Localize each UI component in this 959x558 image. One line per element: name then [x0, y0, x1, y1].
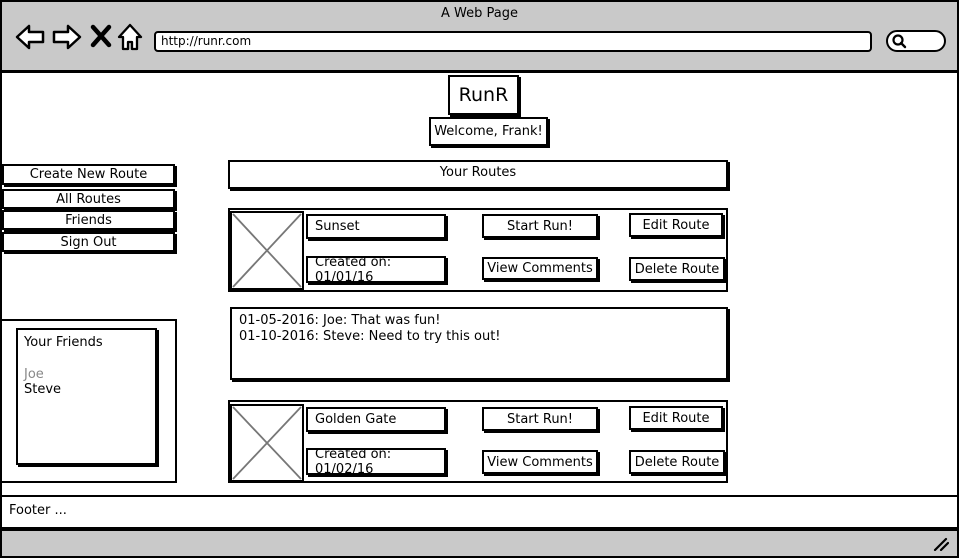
route-name: Golden Gate: [306, 407, 446, 432]
route-created-date: Created on: 01/01/16: [306, 255, 446, 285]
view-comments-button[interactable]: View Comments: [482, 450, 598, 474]
image-placeholder-icon: [232, 406, 302, 480]
edit-route-button[interactable]: Edit Route: [629, 213, 723, 237]
url-bar[interactable]: http://runr.com: [154, 31, 872, 52]
all-routes-button[interactable]: All Routes: [2, 189, 175, 209]
comment-item: 01-10-2016: Steve: Need to try this out!: [239, 329, 501, 344]
footer: Footer ...: [0, 495, 959, 529]
start-run-button[interactable]: Start Run!: [482, 214, 598, 238]
create-route-button[interactable]: Create New Route: [2, 164, 175, 185]
comment-item: 01-05-2016: Joe: That was fun!: [239, 313, 441, 328]
route-map-placeholder: [230, 211, 304, 290]
start-run-button[interactable]: Start Run!: [482, 407, 598, 431]
back-button[interactable]: [15, 22, 45, 52]
friends-title: Your Friends: [24, 335, 103, 350]
resize-handle-icon[interactable]: [931, 537, 949, 551]
arrow-left-icon: [15, 24, 45, 50]
forward-button[interactable]: [52, 22, 82, 52]
route-name: Sunset: [306, 214, 446, 239]
route-map-placeholder: [230, 404, 304, 482]
arrow-right-icon: [52, 24, 82, 50]
home-icon: [117, 23, 143, 51]
friend-item[interactable]: Steve: [24, 382, 61, 397]
search-icon: [892, 34, 907, 49]
delete-route-button[interactable]: Delete Route: [629, 450, 725, 474]
close-icon: [90, 24, 112, 48]
route-created-date: Created on: 01/02/16: [306, 447, 446, 477]
view-comments-button[interactable]: View Comments: [482, 257, 598, 280]
stop-button[interactable]: [90, 24, 112, 54]
image-placeholder-icon: [232, 213, 302, 288]
logo: RunR: [448, 75, 519, 115]
friends-button[interactable]: Friends: [2, 210, 175, 230]
window-title: A Web Page: [441, 6, 518, 21]
sign-out-button[interactable]: Sign Out: [2, 232, 175, 252]
comments-panel: 01-05-2016: Joe: That was fun! 01-10-201…: [230, 307, 728, 380]
section-title: Your Routes: [228, 160, 728, 189]
home-button[interactable]: [117, 22, 143, 52]
friend-item[interactable]: Joe: [24, 367, 44, 382]
welcome-message: Welcome, Frank!: [429, 117, 548, 146]
edit-route-button[interactable]: Edit Route: [629, 406, 723, 430]
status-bar: [0, 529, 959, 558]
delete-route-button[interactable]: Delete Route: [629, 257, 725, 281]
friends-list-box: Your Friends Joe Steve: [16, 328, 157, 465]
browser-search-box[interactable]: [886, 30, 946, 52]
